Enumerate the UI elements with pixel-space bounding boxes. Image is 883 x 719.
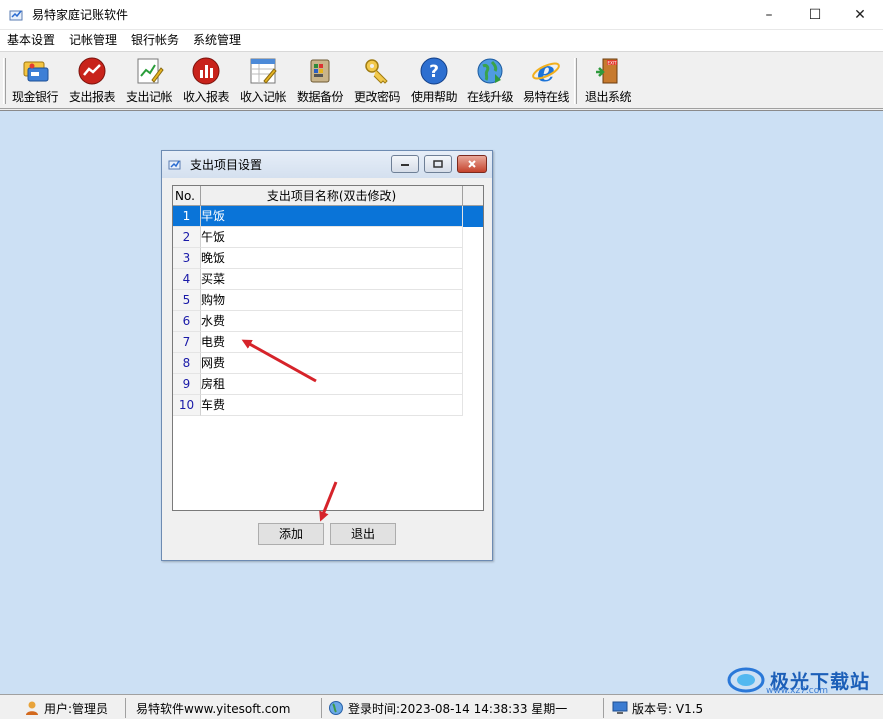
table-row[interactable]: 1 早饭 bbox=[173, 206, 483, 227]
dialog-app-icon bbox=[168, 158, 182, 172]
window-title: 易特家庭记账软件 bbox=[32, 8, 129, 22]
menu-system[interactable]: 系统管理 bbox=[186, 30, 248, 51]
exit-dialog-button[interactable]: 退出 bbox=[330, 523, 396, 545]
menu-bookkeeping[interactable]: 记帐管理 bbox=[62, 30, 124, 51]
close-icon bbox=[468, 160, 476, 168]
menu-bar: 基本设置 记帐管理 银行帐务 系统管理 bbox=[0, 30, 883, 51]
income-report-icon bbox=[191, 56, 221, 86]
table-row[interactable]: 7 电费 bbox=[173, 332, 483, 353]
table-row[interactable]: 8 网费 bbox=[173, 353, 483, 374]
key-icon bbox=[362, 56, 392, 86]
expense-items-grid[interactable]: No. 支出项目名称(双击修改) 1 早饭 2 午饭 3 晚饭 4 买菜 5 购… bbox=[172, 185, 484, 511]
table-row[interactable]: 3 晚饭 bbox=[173, 248, 483, 269]
toolbar: 现金银行 支出报表 支出记帐 收入报表 收入记帐 数据备份 更改密码 ? 使用帮… bbox=[0, 51, 883, 109]
toolbar-yite-online-button[interactable]: e 易特在线 bbox=[518, 54, 574, 108]
toolbar-cash-bank-button[interactable]: 现金银行 bbox=[7, 54, 63, 108]
maximize-button[interactable]: ☐ bbox=[792, 0, 838, 30]
globe-icon bbox=[328, 700, 344, 716]
close-window-button[interactable]: ✕ bbox=[837, 0, 883, 30]
table-row[interactable]: 10 车费 bbox=[173, 395, 483, 416]
toolbar-exit-button[interactable]: EXIT 退出系统 bbox=[580, 54, 636, 108]
toolbar-change-password-button[interactable]: 更改密码 bbox=[349, 54, 405, 108]
svg-text:EXIT: EXIT bbox=[608, 61, 617, 66]
table-row[interactable]: 6 水费 bbox=[173, 311, 483, 332]
database-backup-icon bbox=[305, 56, 335, 86]
dialog-restore-button[interactable] bbox=[424, 155, 452, 173]
status-user-panel: 用户:管理员 bbox=[20, 698, 126, 718]
dialog-close-button[interactable] bbox=[457, 155, 487, 173]
table-row[interactable]: 5 购物 bbox=[173, 290, 483, 311]
column-header-no[interactable]: No. bbox=[173, 186, 201, 205]
menu-basic-settings[interactable]: 基本设置 bbox=[0, 30, 62, 51]
svg-text:?: ? bbox=[429, 62, 439, 82]
watermark-logo-icon bbox=[726, 665, 766, 695]
app-logo-icon bbox=[8, 7, 24, 23]
toolbar-separator bbox=[574, 58, 577, 104]
exit-door-icon: EXIT bbox=[593, 56, 623, 86]
dialog-minimize-button[interactable] bbox=[391, 155, 419, 173]
expense-report-icon bbox=[77, 56, 107, 86]
income-entry-icon bbox=[248, 56, 278, 86]
table-row[interactable]: 2 午饭 bbox=[173, 227, 483, 248]
user-icon bbox=[24, 700, 40, 716]
globe-update-icon bbox=[475, 56, 505, 86]
status-company-panel: 易特软件www.yitesoft.com bbox=[132, 698, 322, 718]
grid-header: No. 支出项目名称(双击修改) bbox=[173, 186, 483, 206]
svg-text:e: e bbox=[537, 56, 555, 86]
minimize-button[interactable]: – bbox=[746, 0, 792, 30]
toolbar-online-update-button[interactable]: 在线升级 bbox=[462, 54, 518, 108]
minimize-icon bbox=[401, 164, 409, 166]
title-bar: 易特家庭记账软件 – ☐ ✕ bbox=[0, 0, 883, 30]
toolbar-income-entry-button[interactable]: 收入记帐 bbox=[235, 54, 291, 108]
toolbar-backup-button[interactable]: 数据备份 bbox=[292, 54, 348, 108]
toolbar-help-button[interactable]: ? 使用帮助 bbox=[406, 54, 462, 108]
toolbar-grip bbox=[3, 58, 6, 104]
cash-bank-icon bbox=[20, 56, 50, 86]
expense-items-dialog: 支出项目设置 No. 支出项目名称(双击修改) 1 早饭 2 午饭 3 晚饭 4… bbox=[161, 150, 493, 561]
toolbar-expense-report-button[interactable]: 支出报表 bbox=[64, 54, 120, 108]
status-login-panel: 登录时间:2023-08-14 14:38:33 星期一 bbox=[324, 698, 604, 718]
add-button[interactable]: 添加 bbox=[258, 523, 324, 545]
ie-browser-icon: e bbox=[531, 55, 561, 88]
dialog-title-bar[interactable]: 支出项目设置 bbox=[162, 151, 492, 178]
dialog-title: 支出项目设置 bbox=[190, 158, 263, 172]
toolbar-expense-entry-button[interactable]: 支出记帐 bbox=[121, 54, 177, 108]
help-icon: ? bbox=[419, 56, 449, 86]
restore-icon bbox=[433, 160, 443, 168]
status-bar: 用户:管理员 易特软件www.yitesoft.com 登录时间:2023-08… bbox=[0, 694, 883, 719]
toolbar-income-report-button[interactable]: 收入报表 bbox=[178, 54, 234, 108]
table-row[interactable]: 9 房租 bbox=[173, 374, 483, 395]
watermark: 极光下载站 www.xz7.com bbox=[722, 664, 882, 696]
column-header-name[interactable]: 支出项目名称(双击修改) bbox=[201, 186, 463, 205]
table-row[interactable]: 4 买菜 bbox=[173, 269, 483, 290]
expense-entry-icon bbox=[134, 56, 164, 86]
menu-bank-accounts[interactable]: 银行帐务 bbox=[124, 30, 186, 51]
status-version-panel: 版本号: V1.5 bbox=[608, 698, 718, 718]
computer-icon bbox=[612, 700, 628, 716]
